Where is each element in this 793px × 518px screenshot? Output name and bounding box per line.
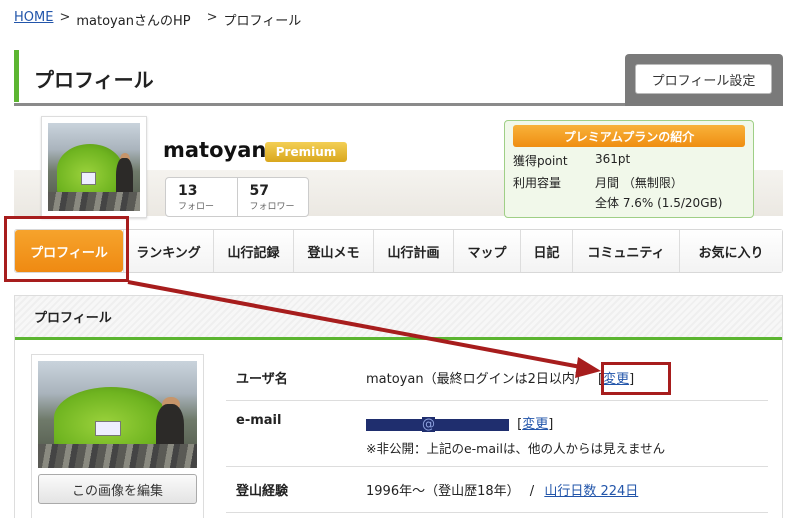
table-row: 登山経験 1996年〜（登山歴18年） / 山行日数 224日 bbox=[226, 467, 768, 513]
tab-diary[interactable]: 日記 bbox=[520, 230, 572, 272]
plan-box: プレミアムプランの紹介 獲得point 361pt 利用容量 月間 （無制限） … bbox=[504, 120, 754, 218]
follower-label: フォロワー bbox=[249, 202, 295, 212]
email-value: @ [変更] ※非公開：上記のe-mailは、他の人からは見えません bbox=[366, 413, 768, 466]
points-label: 獲得point bbox=[513, 154, 568, 168]
premium-badge: Premium bbox=[265, 142, 347, 162]
storage-label: 利用容量 bbox=[513, 176, 562, 190]
profile-tabs: プロフィール ランキング 山行記録 登山メモ 山行計画 マップ 日記 コミュニテ… bbox=[14, 229, 783, 273]
follow-count-cell[interactable]: 13 フォロー bbox=[166, 178, 237, 216]
experience-value: 1996年〜（登山歴18年） / 山行日数 224日 bbox=[366, 480, 768, 499]
avatar[interactable] bbox=[41, 116, 147, 218]
tab-ranking[interactable]: ランキング bbox=[123, 230, 213, 272]
tab-community[interactable]: コミュニティ bbox=[572, 230, 679, 272]
tab-map[interactable]: マップ bbox=[453, 230, 520, 272]
profile-photo bbox=[38, 361, 197, 468]
email-masked-user bbox=[366, 418, 422, 431]
email-masked-domain bbox=[435, 418, 509, 431]
profile-settings-button[interactable]: プロフィール設定 bbox=[635, 64, 772, 94]
storage-monthly: 月間 （無制限） bbox=[595, 176, 683, 190]
page-title: プロフィール bbox=[34, 68, 154, 92]
experience-key: 登山経験 bbox=[236, 484, 289, 499]
storage-total: 全体 7.6% (1.5/20GB) bbox=[595, 196, 723, 210]
table-row: e-mail @ [変更] ※非公開：上記のe-mailは、他の人からは見えませ… bbox=[226, 401, 768, 467]
follow-label: フォロー bbox=[178, 202, 215, 212]
breadcrumb-site[interactable]: matoyanさんのHP bbox=[76, 10, 190, 29]
breadcrumb-separator: > bbox=[206, 10, 218, 25]
experience-separator: / bbox=[529, 484, 535, 499]
premium-plan-button[interactable]: プレミアムプランの紹介 bbox=[513, 125, 745, 147]
follow-stats: 13 フォロー 57 フォロワー bbox=[165, 177, 309, 217]
breadcrumb-home-link[interactable]: HOME bbox=[14, 10, 53, 29]
breadcrumb-separator: > bbox=[59, 10, 71, 25]
follow-count: 13 bbox=[178, 183, 198, 199]
profile-image-box: この画像を編集 bbox=[31, 354, 204, 518]
climbing-days-link[interactable]: 山行日数 224日 bbox=[544, 484, 638, 499]
annotation-box-change-link bbox=[601, 362, 671, 395]
follower-count: 57 bbox=[249, 183, 269, 199]
follower-count-cell[interactable]: 57 フォロワー bbox=[236, 178, 309, 216]
tab-plans[interactable]: 山行計画 bbox=[373, 230, 453, 272]
accent-bar bbox=[14, 50, 19, 102]
profile-info-table: ユーザ名 matoyan（最終ログインは2日以内） [変更] e-mail @ … bbox=[226, 354, 768, 513]
breadcrumb: HOME > matoyanさんのHP > プロフィール bbox=[14, 10, 301, 29]
experience-text: 1996年〜（登山歴18年） bbox=[366, 484, 520, 499]
email-at: @ bbox=[422, 417, 435, 432]
table-row: ユーザ名 matoyan（最終ログインは2日以内） [変更] bbox=[226, 354, 768, 401]
panel-title: プロフィール bbox=[15, 296, 782, 340]
tab-records[interactable]: 山行記録 bbox=[213, 230, 293, 272]
annotation-box-profile-tab bbox=[4, 216, 129, 282]
tab-favorites[interactable]: お気に入り bbox=[679, 230, 782, 272]
page-header: プロフィール プロフィール設定 bbox=[14, 48, 783, 106]
avatar-photo bbox=[48, 123, 140, 211]
edit-image-button[interactable]: この画像を編集 bbox=[38, 474, 197, 504]
profile-username: matoyan bbox=[163, 138, 267, 162]
username-key: ユーザ名 bbox=[236, 371, 288, 387]
tab-memo[interactable]: 登山メモ bbox=[293, 230, 373, 272]
username-text: matoyan（最終ログインは2日以内） bbox=[366, 371, 588, 387]
email-privacy-note: ※非公開：上記のe-mailは、他の人からは見えません bbox=[366, 441, 666, 456]
settings-tab: プロフィール設定 bbox=[625, 54, 783, 106]
breadcrumb-current: プロフィール bbox=[223, 14, 302, 29]
profile-panel: プロフィール この画像を編集 ユーザ名 matoyan（最終ログインは2日以内）… bbox=[14, 295, 783, 518]
username-value: matoyan（最終ログインは2日以内） [変更] bbox=[366, 371, 635, 387]
points-value: 361pt bbox=[595, 152, 631, 166]
email-change-link[interactable]: 変更 bbox=[522, 417, 548, 432]
email-key: e-mail bbox=[236, 413, 282, 428]
